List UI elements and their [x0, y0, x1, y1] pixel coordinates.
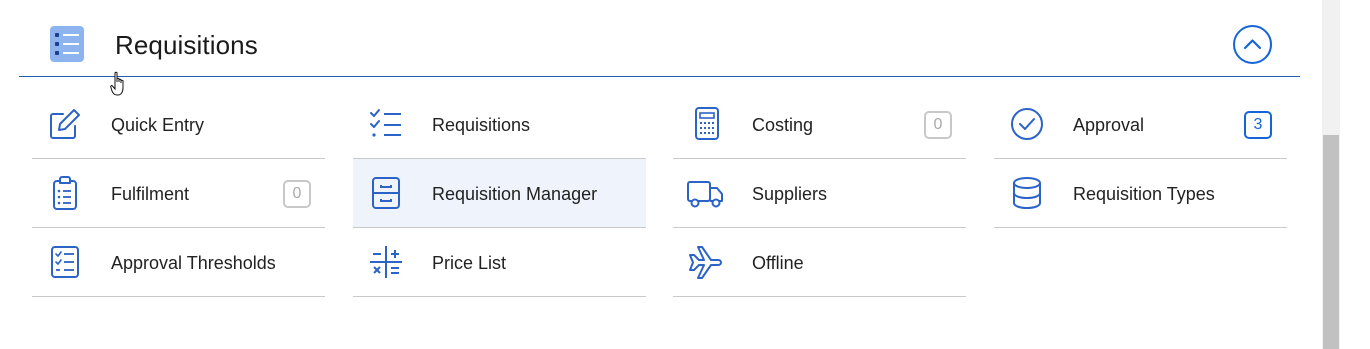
menu-item-label: Requisition Manager	[432, 184, 598, 204]
menu-item-offline[interactable]: Offline	[673, 228, 966, 297]
math-operators-icon	[370, 246, 402, 278]
scrollbar-thumb[interactable]	[1323, 135, 1339, 349]
menu-item-label: Costing	[752, 115, 814, 135]
section-title: Requisitions	[115, 30, 258, 60]
menu-item-label: Approval	[1073, 115, 1145, 135]
menu-item-approval-thresholds[interactable]: Approval Thresholds	[32, 228, 325, 297]
checklist-doc-icon	[51, 246, 79, 278]
check-circle-icon	[1011, 108, 1043, 140]
airplane-icon	[689, 246, 722, 279]
menu-item-label: Requisition Types	[1073, 184, 1215, 204]
edit-icon	[50, 109, 80, 139]
menu-item-label: Requisitions	[432, 115, 531, 135]
calculator-icon	[695, 107, 719, 140]
menu-item-price-list[interactable]: Price List	[353, 228, 646, 297]
menu-item-label: Suppliers	[752, 184, 828, 204]
menu-item-label: Approval Thresholds	[111, 253, 276, 273]
requisitions-panel: Requisitions Quick Entry Requisitions Co…	[0, 0, 1322, 349]
cabinet-icon	[372, 177, 400, 209]
database-icon	[1013, 177, 1041, 210]
chevron-up-icon	[1243, 39, 1262, 50]
menu-item-label: Quick Entry	[111, 115, 205, 135]
costing-count-badge: 0	[924, 111, 952, 139]
section-header[interactable]: Requisitions	[19, 0, 1300, 77]
truck-icon	[687, 181, 723, 208]
clipboard-icon	[53, 176, 77, 210]
list-icon	[50, 26, 84, 62]
fulfilment-count-badge: 0	[283, 180, 311, 208]
collapse-button[interactable]	[1233, 25, 1272, 64]
menu-item-requisition-types[interactable]: Requisition Types	[994, 159, 1287, 228]
menu-item-requisition-manager[interactable]: Requisition Manager	[353, 159, 646, 228]
menu-item-label: Offline	[752, 253, 804, 273]
page-gutter	[1340, 0, 1370, 349]
approval-count-badge: 3	[1244, 111, 1272, 139]
menu-item-costing[interactable]: Costing 0	[673, 90, 966, 159]
menu-item-label: Fulfilment	[111, 184, 190, 204]
menu-item-requisitions[interactable]: Requisitions	[353, 90, 646, 159]
vertical-scrollbar[interactable]	[1322, 0, 1340, 349]
menu-item-label: Price List	[432, 253, 507, 273]
menu-item-suppliers[interactable]: Suppliers	[673, 159, 966, 228]
menu-item-approval[interactable]: Approval 3	[994, 90, 1287, 159]
menu-item-quick-entry[interactable]: Quick Entry	[32, 90, 325, 159]
menu-item-fulfilment[interactable]: Fulfilment 0	[32, 159, 325, 228]
checklist-icon	[370, 109, 401, 137]
